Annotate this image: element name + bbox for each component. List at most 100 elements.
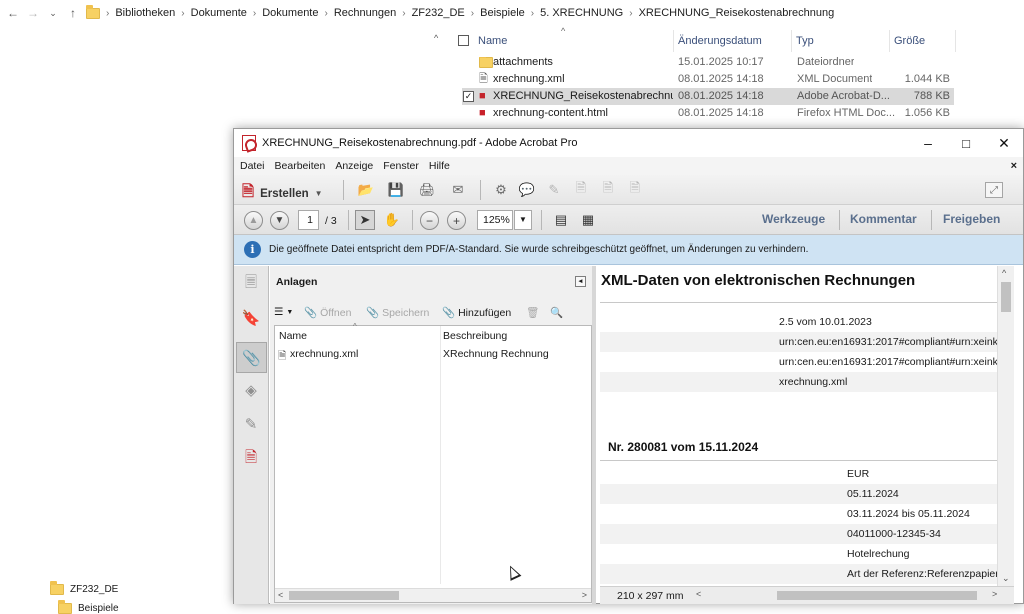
add-attachment-button[interactable]: 📎 Hinzufügen (442, 306, 511, 320)
scroll-up-icon[interactable]: ^ (1002, 268, 1006, 278)
comment-bubble-icon[interactable]: 💬 (518, 182, 536, 198)
scroll-down-icon[interactable]: ⌄ (1002, 573, 1010, 584)
stamp-icon[interactable]: 🗎 (572, 180, 590, 198)
breadcrumb-item[interactable]: 5. XRECHNUNG (540, 7, 623, 19)
breadcrumb-item[interactable]: Dokumente (191, 7, 247, 19)
doc-value: urn:cen.eu:en16931:2017#compliant#urn:xe… (779, 336, 997, 348)
breadcrumb-item[interactable]: Bibliotheken (115, 7, 175, 19)
highlight-icon[interactable]: ✎ (545, 182, 563, 198)
breadcrumb-item[interactable]: XRECHNUNG_Reisekostenabrechnung (639, 7, 835, 19)
maximize-icon[interactable]: □ (947, 129, 985, 157)
print-icon[interactable]: 🖨 (418, 182, 436, 198)
sign-icon[interactable]: 🗎 (626, 180, 644, 198)
back-arrow-icon[interactable]: ← (6, 6, 20, 20)
recent-dropdown-icon[interactable]: ⌄ (46, 8, 60, 19)
breadcrumb-item[interactable]: Beispiele (480, 7, 525, 19)
zoom-out-icon[interactable]: − (420, 211, 439, 230)
navigation-toolbar: ▲ ▼ 1 / 3 ➤ ✋ − + 125% ▼ ▤ ▦ Werkzeuge K… (234, 205, 1023, 235)
save-icon[interactable]: 💾 (387, 182, 405, 198)
next-page-icon[interactable]: ▼ (270, 211, 289, 230)
expand-icon[interactable]: ⤢ (985, 182, 1003, 198)
breadcrumb-item[interactable]: Dokumente (262, 7, 318, 19)
file-row[interactable]: attachments 15.01.2025 10:17 Dateiordner (462, 54, 954, 71)
column-header-name[interactable]: Name (474, 30, 674, 52)
layers-icon[interactable]: ◈ (241, 380, 261, 400)
scroll-right-icon[interactable]: > (582, 590, 587, 600)
file-date: 08.01.2025 14:18 (678, 107, 764, 119)
select-tool-icon[interactable]: ➤ (355, 210, 375, 230)
column-header-type[interactable]: Typ (792, 30, 890, 52)
options-menu-icon[interactable]: ☰ ▼ (274, 306, 293, 318)
file-row-selected[interactable]: ✓ ■ XRECHNUNG_Reisekostenabrechnung... 0… (462, 88, 954, 105)
previous-page-icon[interactable]: ▲ (244, 211, 263, 230)
full-screen-icon[interactable]: ▦ (579, 212, 597, 228)
hand-tool-icon[interactable]: ✋ (383, 212, 401, 228)
email-icon[interactable]: ✉ (449, 182, 467, 198)
close-document-icon[interactable]: × (1011, 160, 1017, 172)
tree-item[interactable]: ZF232_DE (50, 581, 118, 595)
attachments-paperclip-icon[interactable]: 📎 (236, 342, 267, 373)
scrollbar-thumb[interactable] (777, 591, 977, 600)
column-header-description[interactable]: Beschreibung (443, 330, 507, 342)
breadcrumb-item[interactable]: Rechnungen (334, 7, 396, 19)
file-row[interactable]: ■ xrechnung-content.html 08.01.2025 14:1… (462, 105, 954, 122)
scrollbar-thumb[interactable] (1001, 282, 1011, 312)
forward-arrow-icon[interactable]: → (26, 6, 40, 20)
zoom-in-icon[interactable]: + (447, 211, 466, 230)
breadcrumb-item[interactable]: ZF232_DE (412, 7, 465, 19)
menu-hilfe[interactable]: Hilfe (429, 160, 450, 172)
doc-row: 03.11.2024 bis 05.11.2024 (600, 504, 997, 524)
scroll-left-icon[interactable]: < (278, 590, 283, 600)
column-header-name[interactable]: Name (279, 330, 307, 342)
search-attachments-icon[interactable]: 🔍 (550, 306, 563, 319)
tools-link[interactable]: Werkzeuge (762, 212, 825, 226)
open-attachment-button[interactable]: 📎 Öffnen (304, 306, 351, 320)
row-checkbox[interactable]: ✓ (463, 91, 474, 102)
open-folder-icon[interactable]: 📂 (357, 182, 375, 198)
scroll-right-icon[interactable]: > (992, 589, 997, 599)
signatures-icon[interactable]: ✎ (241, 414, 261, 434)
attachment-row[interactable]: 🗎 xrechnung.xml XRechnung Rechnung (275, 348, 591, 364)
menu-anzeige[interactable]: Anzeige (335, 160, 373, 172)
save-attachment-button[interactable]: 📎 Speichern (366, 306, 429, 320)
file-row[interactable]: 🗎 xrechnung.xml 08.01.2025 14:18 XML Doc… (462, 71, 954, 88)
attachments-title: Anlagen (276, 276, 318, 288)
scrollbar-thumb[interactable] (289, 591, 399, 600)
security-icon[interactable]: 🗎 (241, 449, 261, 469)
page-number-input[interactable]: 1 (298, 210, 319, 230)
bookmarks-icon[interactable]: 🔖 (241, 308, 261, 328)
close-icon[interactable]: ✕ (985, 129, 1023, 157)
page-thumbnails-icon[interactable]: 🗏 (241, 274, 261, 294)
scroll-left-icon[interactable]: < (696, 589, 701, 599)
select-all-checkbox[interactable] (458, 35, 469, 46)
toolbar-divider (839, 210, 840, 230)
zoom-level-input[interactable]: 125% (477, 210, 513, 230)
export-icon[interactable]: 🗎 (599, 180, 617, 198)
menu-datei[interactable]: Datei (240, 160, 265, 172)
collapse-caret-icon[interactable]: ^ (434, 33, 438, 43)
toolbar-divider (480, 180, 481, 200)
column-header-date[interactable]: Änderungsdatum (674, 30, 792, 52)
vertical-scrollbar[interactable]: ^ ⌄ (997, 266, 1014, 586)
comment-link[interactable]: Kommentar (850, 212, 917, 226)
toolbar-divider (931, 210, 932, 230)
toolbar-divider (348, 210, 349, 230)
create-button[interactable]: 🗎 Erstellen ▼ (242, 181, 323, 206)
fit-page-icon[interactable]: ▤ (552, 212, 570, 228)
menu-fenster[interactable]: Fenster (383, 160, 419, 172)
horizontal-scrollbar[interactable]: < > (275, 588, 591, 602)
attachments-header: Anlagen ◂ (270, 266, 592, 298)
panel-menu-icon[interactable]: ◂ (575, 276, 586, 287)
delete-icon[interactable]: 🗑 (526, 306, 539, 319)
column-header-size[interactable]: Größe (890, 30, 956, 52)
doc-row: 05.11.2024 (600, 484, 997, 504)
settings-gear-icon[interactable]: ⚙ (492, 182, 510, 198)
up-arrow-icon[interactable]: ↑ (66, 6, 80, 20)
share-link[interactable]: Freigeben (943, 212, 1000, 226)
zoom-dropdown[interactable]: ▼ (514, 210, 532, 230)
attachments-toolbar: ☰ ▼ 📎 Öffnen 📎 Speichern 📎 Hinzufügen 🗑 🔍 (270, 302, 592, 324)
tree-item[interactable]: Beispiele (58, 600, 119, 614)
attachment-name: xrechnung.xml (290, 348, 359, 360)
menu-bearbeiten[interactable]: Bearbeiten (275, 160, 326, 172)
minimize-icon[interactable]: – (909, 129, 947, 157)
